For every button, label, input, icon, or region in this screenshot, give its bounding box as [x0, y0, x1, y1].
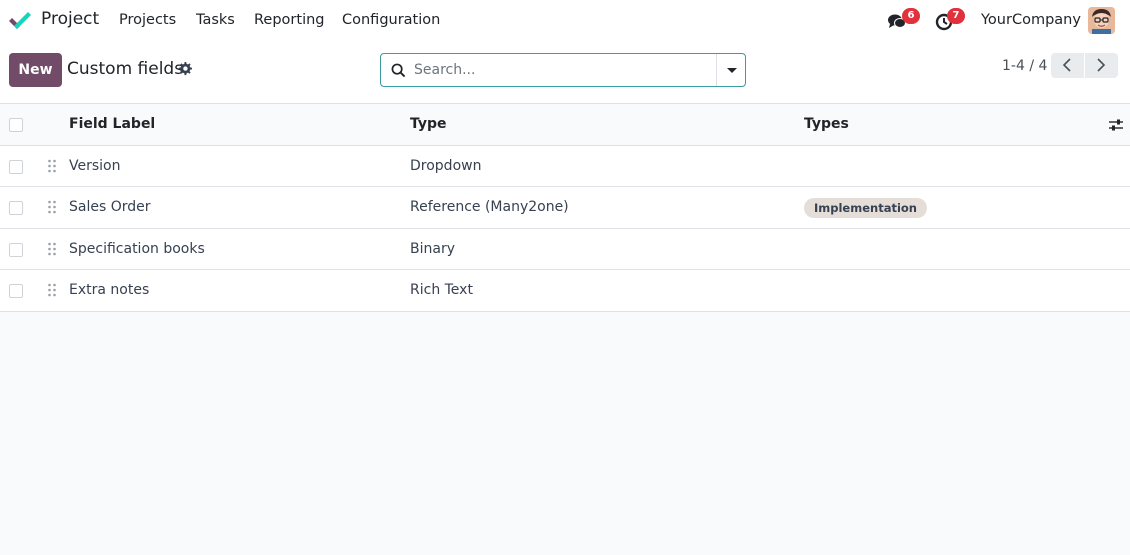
pager-value[interactable]: 1-4 / 4 — [1002, 58, 1047, 74]
types-tag-badge: Implementation — [804, 198, 927, 218]
search-icon — [391, 63, 406, 78]
caret-down-icon — [727, 68, 737, 73]
menu-tasks[interactable]: Tasks — [196, 12, 235, 28]
gear-icon[interactable] — [178, 62, 192, 76]
menu-projects[interactable]: Projects — [119, 12, 176, 28]
column-header-type[interactable]: Type — [410, 116, 447, 132]
user-avatar-icon — [1088, 7, 1115, 34]
company-switcher[interactable]: YourCompany — [981, 12, 1081, 28]
control-panel: New Custom fields 1-4 / 4 — [0, 41, 1130, 104]
user-avatar[interactable] — [1088, 7, 1115, 34]
field-label-cell: Sales Order — [69, 199, 151, 215]
pager-previous-button[interactable] — [1051, 53, 1084, 78]
new-button[interactable]: New — [9, 53, 62, 87]
drag-handle-icon[interactable] — [47, 200, 57, 214]
field-label-cell: Version — [69, 157, 121, 174]
activities-button[interactable]: 7 — [935, 8, 965, 34]
messages-count-badge: 6 — [902, 8, 920, 24]
menu-configuration[interactable]: Configuration — [342, 12, 440, 28]
type-cell: Binary — [410, 240, 455, 257]
type-cell: Dropdown — [410, 157, 482, 174]
field-label-cell: Specification books — [69, 240, 205, 257]
select-all-checkbox[interactable] — [9, 118, 23, 132]
type-cell: Reference (Many2one) — [410, 199, 569, 215]
optional-columns-icon[interactable] — [1108, 117, 1124, 133]
drag-handle-icon[interactable] — [47, 283, 57, 297]
project-app-logo-icon[interactable] — [8, 10, 32, 32]
row-checkbox[interactable] — [9, 159, 23, 174]
list-header: Field Label Type Types — [0, 104, 1130, 146]
row-checkbox[interactable] — [9, 284, 23, 298]
pager-next-button[interactable] — [1085, 53, 1118, 78]
row-checkbox[interactable] — [9, 242, 23, 257]
app-name[interactable]: Project — [41, 9, 99, 29]
table-row[interactable]: Specification books Binary — [0, 228, 1130, 270]
messages-button[interactable]: 6 — [888, 8, 920, 34]
drag-handle-icon[interactable] — [47, 159, 57, 173]
activities-count-badge: 7 — [947, 8, 965, 24]
top-navbar: Project Projects Tasks Reporting Configu… — [0, 0, 1130, 41]
search-input[interactable] — [414, 59, 704, 81]
drag-handle-icon[interactable] — [47, 242, 57, 256]
row-checkbox[interactable] — [9, 201, 23, 215]
custom-fields-list: Field Label Type Types Version Dropdown … — [0, 104, 1130, 312]
table-row[interactable]: Sales Order Reference (Many2one) Impleme… — [0, 187, 1130, 229]
table-row[interactable]: Extra notes Rich Text — [0, 270, 1130, 312]
search-box — [380, 53, 746, 87]
type-cell: Rich Text — [410, 282, 473, 298]
chevron-left-icon — [1062, 58, 1071, 72]
page-title: Custom fields — [67, 59, 184, 79]
table-row[interactable]: Version Dropdown — [0, 145, 1130, 187]
column-header-types[interactable]: Types — [804, 116, 849, 132]
search-options-toggle[interactable] — [716, 54, 746, 86]
menu-reporting[interactable]: Reporting — [254, 12, 325, 28]
field-label-cell: Extra notes — [69, 282, 150, 298]
chevron-right-icon — [1097, 58, 1106, 72]
column-header-field-label[interactable]: Field Label — [69, 116, 155, 132]
